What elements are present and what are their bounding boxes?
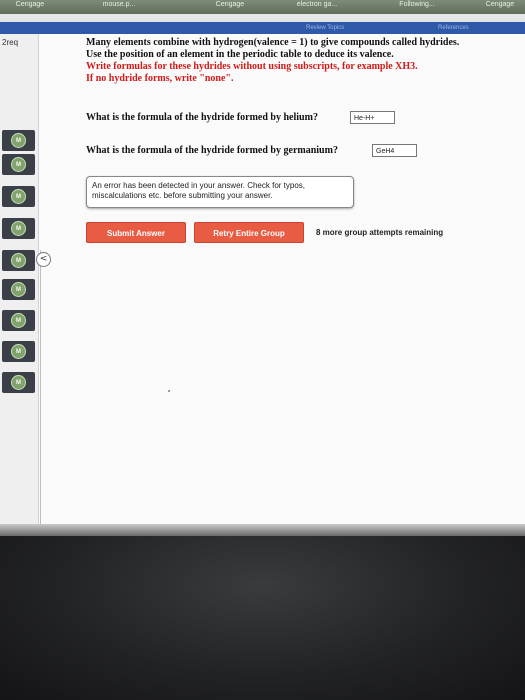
- question-badge-icon: M: [11, 313, 26, 328]
- browser-tab-strip: Cengage mouse.p... Cengage electron ga..…: [0, 0, 525, 14]
- cursor-mark: [168, 390, 170, 392]
- sidebar-question-item[interactable]: M: [2, 372, 35, 393]
- instruction-line-red: If no hydride forms, write "none".: [86, 73, 234, 84]
- question-element: germanium: [283, 145, 333, 156]
- sidebar-question-item[interactable]: M: [2, 279, 35, 300]
- sidebar-question-item[interactable]: M: [2, 341, 35, 362]
- tab-review-topics[interactable]: Review Topics: [306, 24, 344, 32]
- sidebar-question-item[interactable]: M: [2, 310, 35, 331]
- question-text: What is the formula of the hydride forme…: [86, 145, 284, 156]
- question-badge-icon: M: [11, 189, 26, 204]
- browser-tab[interactable]: Cengage: [475, 0, 525, 14]
- instruction-line-red: Write formulas for these hydrides withou…: [86, 61, 518, 73]
- retry-entire-group-button[interactable]: Retry Entire Group: [194, 222, 304, 243]
- browser-tab[interactable]: Following...: [382, 0, 452, 14]
- browser-tab[interactable]: mouse.p...: [84, 0, 154, 14]
- panel-divider: [40, 250, 41, 524]
- page-viewport: [0, 14, 525, 524]
- instruction-text: Write formulas for these hydrides: [86, 61, 234, 72]
- question-badge-icon: M: [11, 375, 26, 390]
- tab-references[interactable]: References: [438, 24, 469, 32]
- sidebar-question-item[interactable]: M: [2, 154, 35, 175]
- sidebar-question-item[interactable]: M: [2, 130, 35, 151]
- monitor-bezel: [0, 536, 525, 700]
- instruction-line: Use the position of an element in the pe…: [86, 49, 394, 60]
- sidebar-question-item[interactable]: M: [2, 186, 35, 207]
- question-badge-icon: M: [11, 253, 26, 268]
- instruction-line: Many elements combine with hydrogen(vale…: [86, 37, 460, 48]
- question-badge-icon: M: [11, 133, 26, 148]
- screen-bottom-edge: [0, 524, 525, 536]
- question-suffix: ?: [312, 112, 318, 123]
- sidebar-question-item[interactable]: M: [2, 250, 35, 271]
- question-badge-icon: M: [11, 282, 26, 297]
- question-badge-icon: M: [11, 221, 26, 236]
- browser-tab[interactable]: electron ga...: [282, 0, 352, 14]
- sidebar-req-label: 2req: [2, 38, 19, 47]
- question-text: What is the formula of the hydride forme…: [86, 112, 284, 123]
- browser-tab[interactable]: Cengage: [200, 0, 260, 14]
- question-suffix: ?: [332, 145, 338, 156]
- attempts-remaining-text: 8 more group attempts remaining: [316, 228, 444, 237]
- instruction-emphasis: without using subscripts, for example XH…: [233, 61, 418, 72]
- question-germanium: What is the formula of the hydride forme…: [86, 145, 338, 156]
- question-helium: What is the formula of the hydride forme…: [86, 112, 318, 123]
- browser-tab[interactable]: Cengage: [0, 0, 60, 14]
- instructions-block: Many elements combine with hydrogen(vale…: [86, 37, 518, 85]
- question-element: helium: [283, 112, 313, 123]
- error-message: An error has been detected in your answe…: [86, 176, 354, 208]
- question-badge-icon: M: [11, 157, 26, 172]
- question-badge-icon: M: [11, 344, 26, 359]
- sidebar-question-item[interactable]: M: [2, 218, 35, 239]
- germanium-answer-input[interactable]: GeH4: [372, 144, 417, 157]
- submit-answer-button[interactable]: Submit Answer: [86, 222, 186, 243]
- toolbar-strip: [0, 14, 525, 22]
- collapse-sidebar-icon[interactable]: <: [36, 252, 51, 267]
- helium-answer-input[interactable]: He-H+: [350, 111, 395, 124]
